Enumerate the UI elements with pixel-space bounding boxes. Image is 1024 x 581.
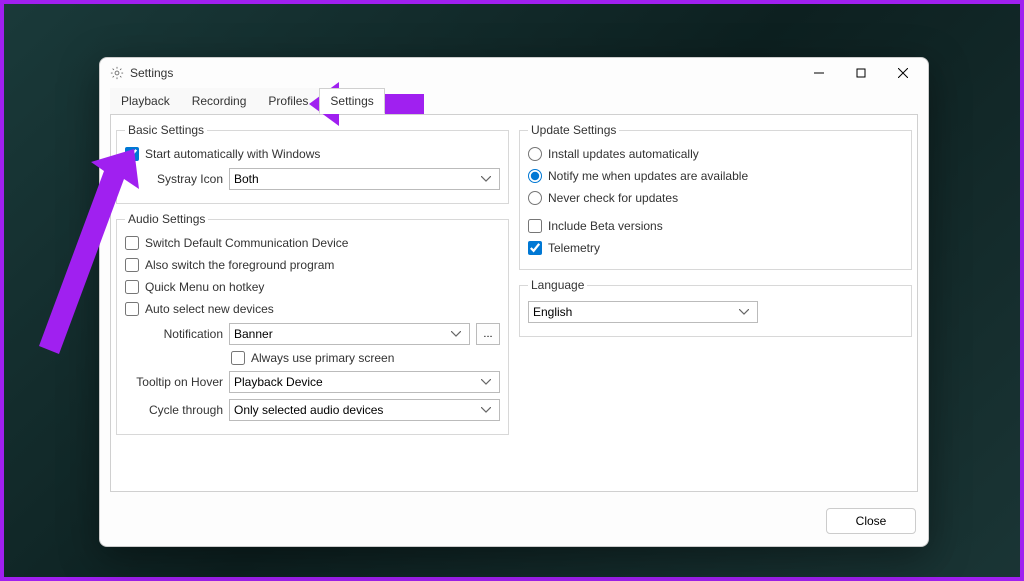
switch-comm-checkbox[interactable] <box>125 236 139 250</box>
start-auto-label[interactable]: Start automatically with Windows <box>145 147 320 161</box>
always-primary-checkbox[interactable] <box>231 351 245 365</box>
close-button[interactable]: Close <box>826 508 916 534</box>
language-select[interactable]: English <box>528 301 758 323</box>
update-opt1-label[interactable]: Install updates automatically <box>548 147 699 161</box>
tab-profiles[interactable]: Profiles <box>257 88 319 114</box>
update-opt2-label[interactable]: Notify me when updates are available <box>548 169 748 183</box>
basic-settings-group: Basic Settings Start automatically with … <box>116 123 509 204</box>
maximize-button[interactable] <box>840 59 882 87</box>
notification-label: Notification <box>133 327 223 341</box>
gear-icon <box>110 66 124 80</box>
telemetry-label[interactable]: Telemetry <box>548 241 600 255</box>
always-primary-label[interactable]: Always use primary screen <box>251 351 394 365</box>
notification-select[interactable]: Banner <box>229 323 470 345</box>
switch-foreground-label[interactable]: Also switch the foreground program <box>145 258 334 272</box>
minimize-button[interactable] <box>798 59 840 87</box>
tab-bar: Playback Recording Profiles Settings <box>100 88 928 115</box>
switch-comm-label[interactable]: Switch Default Communication Device <box>145 236 348 250</box>
tab-playback[interactable]: Playback <box>110 88 181 114</box>
audio-settings-group: Audio Settings Switch Default Communicat… <box>116 212 509 435</box>
systray-label: Systray Icon <box>133 172 223 186</box>
tab-recording[interactable]: Recording <box>181 88 258 114</box>
language-group: Language English <box>519 278 912 337</box>
settings-window: Settings Playback Recording Profiles Set… <box>99 57 929 547</box>
cycle-label: Cycle through <box>133 403 223 417</box>
quick-menu-label[interactable]: Quick Menu on hotkey <box>145 280 264 294</box>
telemetry-checkbox[interactable] <box>528 241 542 255</box>
auto-select-checkbox[interactable] <box>125 302 139 316</box>
beta-checkbox[interactable] <box>528 219 542 233</box>
titlebar: Settings <box>100 58 928 88</box>
start-auto-checkbox[interactable] <box>125 147 139 161</box>
update-opt3-radio[interactable] <box>528 191 542 205</box>
window-title: Settings <box>130 66 173 80</box>
update-opt1-radio[interactable] <box>528 147 542 161</box>
quick-menu-checkbox[interactable] <box>125 280 139 294</box>
update-legend: Update Settings <box>528 123 619 137</box>
tooltip-label: Tooltip on Hover <box>133 375 223 389</box>
language-legend: Language <box>528 278 587 292</box>
basic-legend: Basic Settings <box>125 123 207 137</box>
notification-more-button[interactable]: ... <box>476 323 500 345</box>
update-opt3-label[interactable]: Never check for updates <box>548 191 678 205</box>
systray-select[interactable]: Both <box>229 168 500 190</box>
auto-select-label[interactable]: Auto select new devices <box>145 302 274 316</box>
close-window-button[interactable] <box>882 59 924 87</box>
beta-label[interactable]: Include Beta versions <box>548 219 663 233</box>
switch-foreground-checkbox[interactable] <box>125 258 139 272</box>
footer: Close <box>100 500 928 546</box>
tooltip-select[interactable]: Playback Device <box>229 371 500 393</box>
update-opt2-radio[interactable] <box>528 169 542 183</box>
audio-legend: Audio Settings <box>125 212 208 226</box>
cycle-select[interactable]: Only selected audio devices <box>229 399 500 421</box>
tab-content: Basic Settings Start automatically with … <box>110 114 918 492</box>
update-settings-group: Update Settings Install updates automati… <box>519 123 912 270</box>
tab-settings[interactable]: Settings <box>319 88 384 114</box>
